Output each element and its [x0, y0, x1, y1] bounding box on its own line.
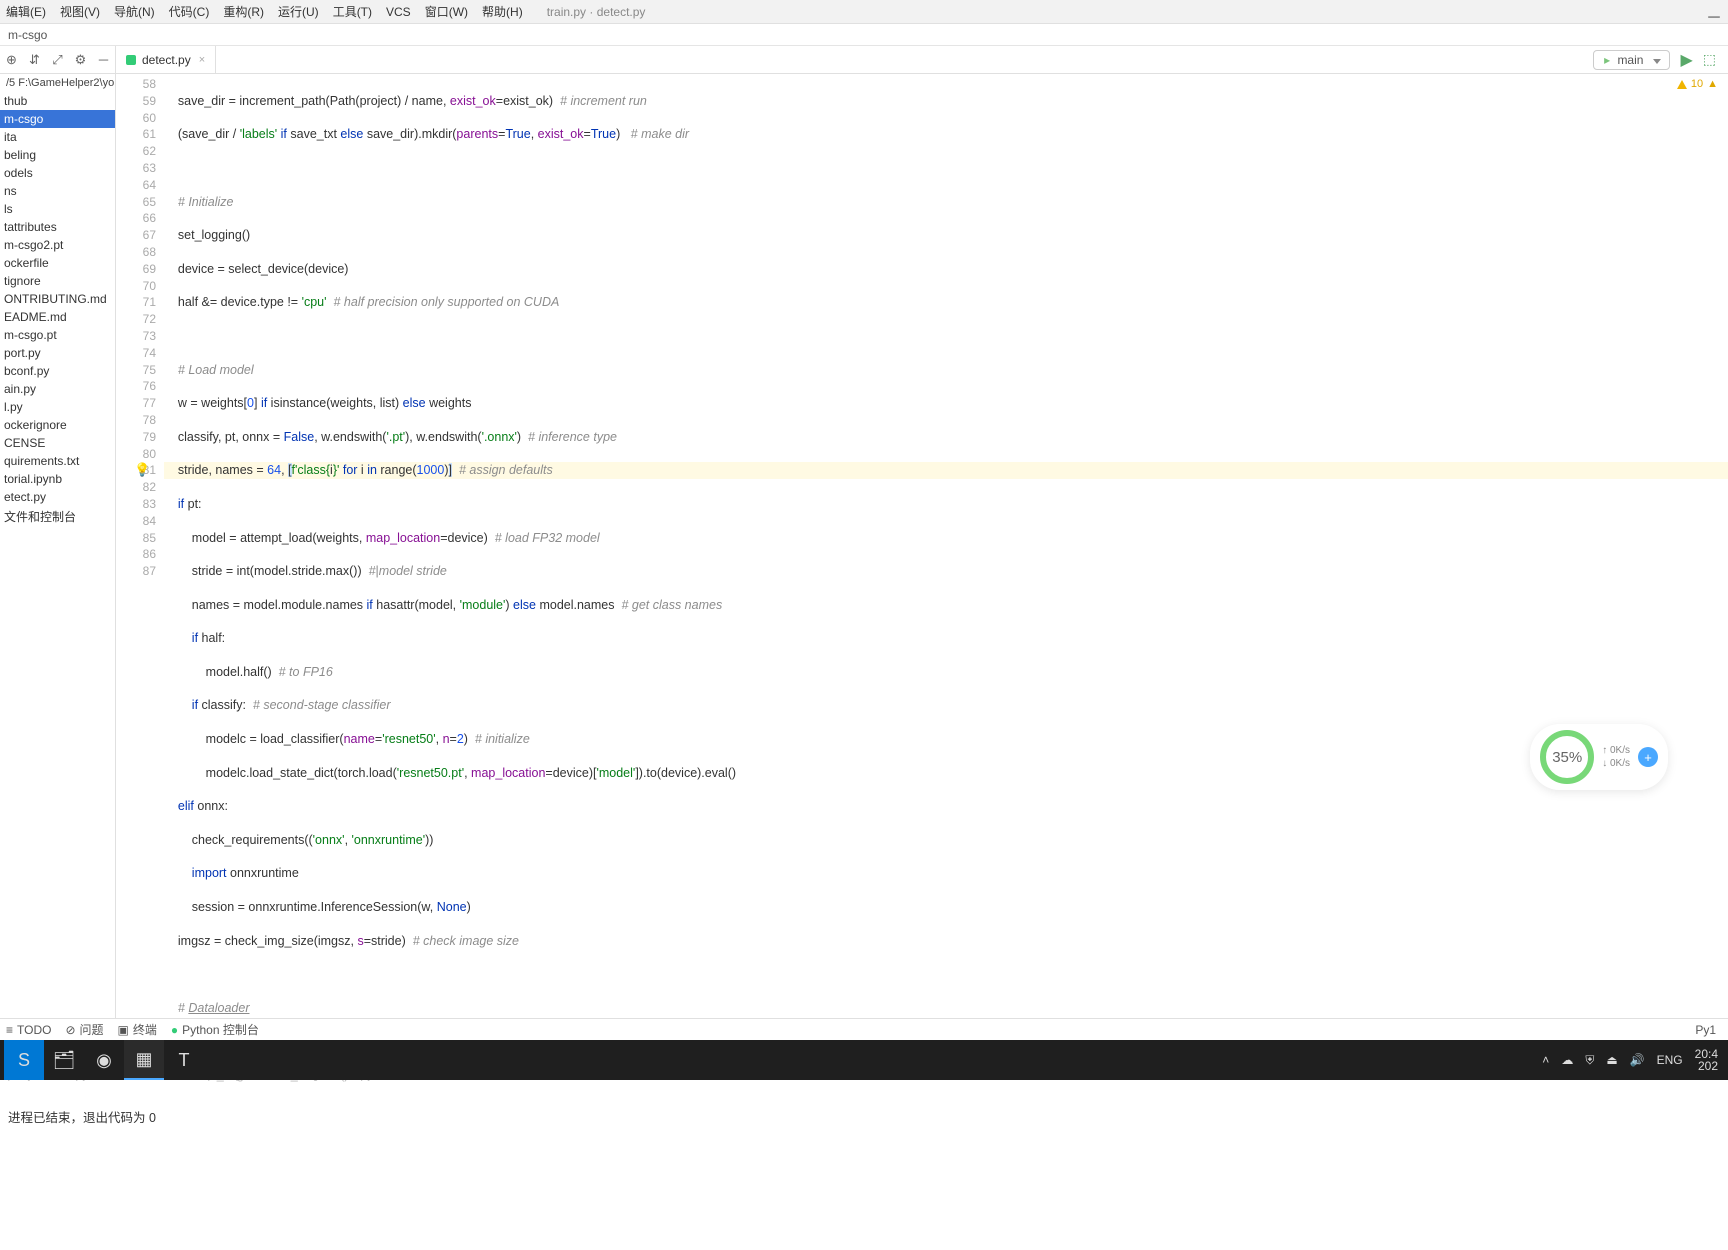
menu-tools[interactable]: 工具(T) — [333, 3, 372, 20]
compress-icon[interactable]: ⇵ — [28, 53, 42, 67]
run-config-label: main — [1617, 53, 1643, 67]
file-tab-detect[interactable]: detect.py × — [116, 46, 216, 73]
tray-volume-icon[interactable]: 🔊 — [1630, 1053, 1645, 1067]
close-tab-icon[interactable]: × — [199, 54, 205, 66]
taskbar-text-icon[interactable]: T — [164, 1040, 204, 1080]
tree-item-ns[interactable]: ns — [0, 182, 115, 200]
perf-plus-icon[interactable]: + — [1638, 747, 1658, 767]
tree-item-tattributes[interactable]: tattributes — [0, 218, 115, 236]
run-button-icon[interactable]: ▶ — [1680, 50, 1692, 70]
context-text: m-csgo — [8, 28, 47, 42]
status-py-console[interactable]: ●Python 控制台 — [171, 1021, 259, 1038]
tree-item-ls[interactable]: ls — [0, 200, 115, 218]
settings-icon[interactable]: ⚙ — [74, 53, 88, 67]
menu-help[interactable]: 帮助(H) — [482, 3, 523, 20]
python-file-icon — [126, 55, 136, 65]
tray-ime[interactable]: ENG — [1657, 1053, 1683, 1067]
tree-item-torial-ipynb[interactable]: torial.ipynb — [0, 470, 115, 488]
tree-item-m-csgo[interactable]: m-csgo — [0, 110, 115, 128]
tree-item-eadme-md[interactable]: EADME.md — [0, 308, 115, 326]
window-title: train.py · detect.py — [547, 5, 646, 19]
tree-item-cense[interactable]: CENSE — [0, 434, 115, 452]
tree-item-ontributing-md[interactable]: ONTRIBUTING.md — [0, 290, 115, 308]
editor[interactable]: 10 ▲ 58596061626364656667686970717273747… — [116, 74, 1728, 1018]
tray-eject-icon[interactable]: ⏏ — [1606, 1053, 1617, 1067]
taskbar: S 🗂 ◉ ▦ T ˄ ☁ ⛨ ⏏ 🔊 ENG 20:4202 — [0, 1040, 1728, 1080]
perf-overlay[interactable]: 35% ↑ 0K/s ↓ 0K/s + — [1530, 724, 1668, 790]
tree-item-ockerignore[interactable]: ockerignore — [0, 416, 115, 434]
tree-item-quirements-txt[interactable]: quirements.txt — [0, 452, 115, 470]
tree-item-m-csgo-pt[interactable]: m-csgo.pt — [0, 326, 115, 344]
perf-rates: ↑ 0K/s ↓ 0K/s — [1602, 744, 1630, 770]
tree-item-etect-py[interactable]: etect.py — [0, 488, 115, 506]
expand-icon[interactable]: ⤢ — [51, 53, 65, 67]
menu-view[interactable]: 视图(V) — [60, 3, 100, 20]
tree-item-beling[interactable]: beling — [0, 146, 115, 164]
tree-item-l-py[interactable]: l.py — [0, 398, 115, 416]
menu-run[interactable]: 运行(U) — [278, 3, 319, 20]
system-tray[interactable]: ˄ ☁ ⛨ ⏏ 🔊 ENG 20:4202 — [1542, 1048, 1724, 1072]
status-bar: ≡TODO ⊘问题 ▣终端 ●Python 控制台 Py1 — [0, 1018, 1728, 1040]
tree-item-------[interactable]: 文件和控制台 — [0, 506, 115, 527]
menu-edit[interactable]: 编辑(E) — [6, 3, 46, 20]
taskbar-pycharm-icon[interactable]: ▦ — [124, 1040, 164, 1080]
tree-item-tignore[interactable]: tignore — [0, 272, 115, 290]
menu-vcs[interactable]: VCS — [386, 5, 411, 19]
intention-bulb-icon[interactable]: 💡 — [134, 462, 150, 479]
code-area[interactable]: save_dir = increment_path(Path(project) … — [164, 74, 1728, 1018]
menu-window[interactable]: 窗口(W) — [425, 3, 468, 20]
perf-percent: 35% — [1552, 749, 1582, 766]
target-icon[interactable]: ⊕ — [5, 53, 19, 67]
status-todo[interactable]: ≡TODO — [6, 1023, 51, 1037]
status-terminal[interactable]: ▣终端 — [118, 1021, 157, 1038]
taskbar-obs-icon[interactable]: ◉ — [84, 1040, 124, 1080]
menu-code[interactable]: 代码(C) — [169, 3, 210, 20]
project-tool-buttons: ⊕ ⇵ ⤢ ⚙ － — [0, 46, 116, 73]
project-sidebar[interactable]: /5 F:\GameHelper2\yolov thubm-csgoitabel… — [0, 74, 116, 1018]
debug-button-icon[interactable]: ⬚ — [1703, 51, 1716, 68]
hide-icon[interactable]: － — [97, 53, 111, 67]
perf-ring: 35% — [1540, 730, 1594, 784]
tray-clock[interactable]: 20:4202 — [1695, 1048, 1718, 1072]
menu-bar: 编辑(E) 视图(V) 导航(N) 代码(C) 重构(R) 运行(U) 工具(T… — [0, 0, 1728, 24]
menu-refactor[interactable]: 重构(R) — [223, 3, 264, 20]
tray-security-icon[interactable]: ⛨ — [1585, 1053, 1594, 1068]
tree-item-odels[interactable]: odels — [0, 164, 115, 182]
tree-item-ockerfile[interactable]: ockerfile — [0, 254, 115, 272]
tree-item-m-csgo2-pt[interactable]: m-csgo2.pt — [0, 236, 115, 254]
taskbar-explorer-icon[interactable]: 🗂 — [44, 1040, 84, 1080]
run-config-icon: ▸ — [1604, 53, 1610, 67]
status-problems[interactable]: ⊘问题 — [65, 1021, 103, 1038]
tree-item-ain-py[interactable]: ain.py — [0, 380, 115, 398]
run-toolbar: ▸ main ▶ ⬚ — [1593, 50, 1728, 70]
run-exit-line: 进程已结束，退出代码为 0 — [8, 1107, 1720, 1126]
tree-item-ita[interactable]: ita — [0, 128, 115, 146]
tray-cloud-icon[interactable]: ☁ — [1561, 1053, 1573, 1067]
project-root[interactable]: /5 F:\GameHelper2\yolov — [0, 74, 115, 92]
context-bar: m-csgo — [0, 24, 1728, 46]
status-right[interactable]: Py1 — [1695, 1023, 1716, 1037]
tree-item-thub[interactable]: thub — [0, 92, 115, 110]
tray-chevron-icon[interactable]: ˄ — [1542, 1053, 1549, 1067]
file-tab-label: detect.py — [142, 53, 191, 67]
todo-icon: ≡ — [6, 1023, 13, 1037]
project-tree: thubm-csgoitabelingodelsnslstattributesm… — [0, 92, 115, 527]
problems-icon: ⊘ — [65, 1023, 75, 1037]
tree-item-bconf-py[interactable]: bconf.py — [0, 362, 115, 380]
toolbar: ⊕ ⇵ ⤢ ⚙ － detect.py × ▸ main ▶ ⬚ — [0, 46, 1728, 74]
menu-navigate[interactable]: 导航(N) — [114, 3, 155, 20]
terminal-icon: ▣ — [118, 1023, 129, 1037]
taskbar-app-1[interactable]: S — [4, 1040, 44, 1080]
tree-item-port-py[interactable]: port.py — [0, 344, 115, 362]
python-icon: ● — [171, 1023, 178, 1037]
run-config-selector[interactable]: ▸ main — [1593, 50, 1670, 70]
line-gutter: 5859606162636465666768697071727374757677… — [116, 74, 164, 1018]
minimize-icon[interactable]: － — [1706, 4, 1722, 28]
main-pane: /5 F:\GameHelper2\yolov thubm-csgoitabel… — [0, 74, 1728, 1018]
